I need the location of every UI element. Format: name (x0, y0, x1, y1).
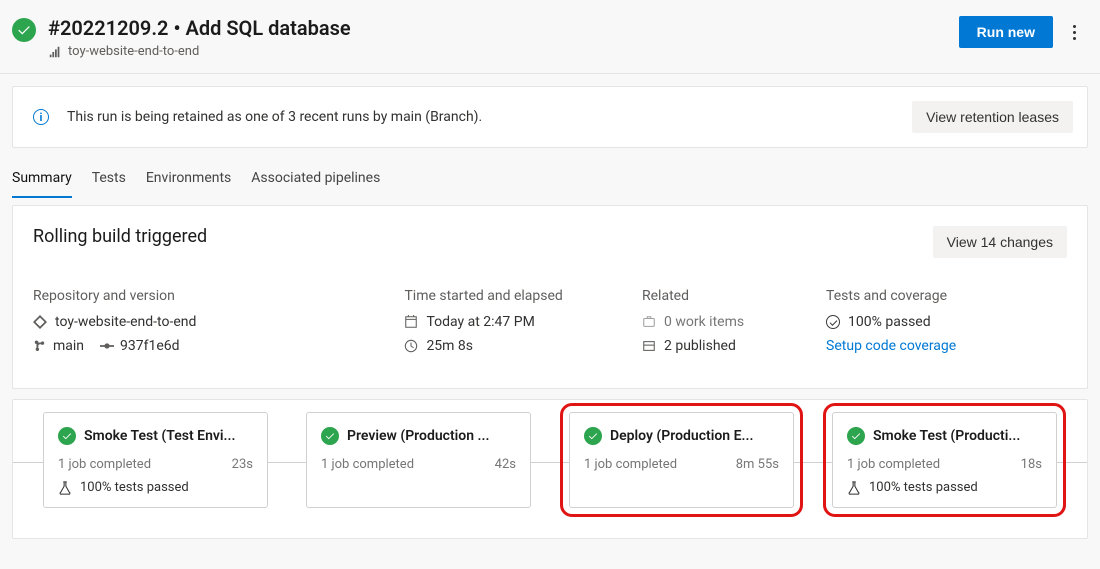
success-icon (12, 18, 36, 42)
summary-meta-grid: Repository and version toy-website-end-t… (33, 288, 1067, 362)
retention-banner-wrap: i This run is being retained as one of 3… (0, 74, 1100, 148)
work-items-link[interactable]: 0 work items (642, 314, 816, 330)
run-new-button[interactable]: Run new (959, 16, 1053, 48)
tab-associated-pipelines[interactable]: Associated pipelines (251, 170, 380, 198)
summary-card: Rolling build triggered View 14 changes … (12, 205, 1088, 389)
stage-duration: 42s (495, 457, 516, 472)
meta-tests: Tests and coverage 100% passed Setup cod… (826, 288, 1067, 362)
page-title: #20221209.2 • Add SQL database (48, 16, 351, 40)
meta-time-label: Time started and elapsed (404, 288, 632, 304)
meta-related-label: Related (642, 288, 816, 304)
tab-bar: Summary Tests Environments Associated pi… (0, 148, 1100, 199)
artifact-icon (642, 339, 656, 353)
success-icon (584, 427, 602, 445)
commit-hash: 937f1e6d (120, 338, 180, 354)
meta-repo: Repository and version toy-website-end-t… (33, 288, 394, 362)
commit-icon (100, 339, 114, 353)
calendar-icon (404, 315, 418, 329)
meta-repo-label: Repository and version (33, 288, 394, 304)
branch-icon (33, 339, 47, 353)
stage-title: Preview (Production ... (347, 428, 489, 444)
success-icon (847, 427, 865, 445)
stage-duration: 23s (232, 457, 253, 472)
check-icon (826, 315, 840, 329)
setup-coverage-link[interactable]: Setup code coverage (826, 338, 956, 354)
stage-duration: 8m 55s (736, 457, 779, 472)
stage-title: Smoke Test (Producti... (873, 428, 1020, 444)
more-menu-button[interactable] (1067, 19, 1082, 46)
stage-jobs: 1 job completed (847, 457, 940, 472)
header-right: Run new (959, 16, 1082, 48)
time-started: Today at 2:47 PM (404, 314, 632, 330)
stage-tests: 100% tests passed (58, 480, 253, 495)
view-retention-button[interactable]: View retention leases (912, 101, 1073, 133)
summary-heading: Rolling build triggered (33, 226, 207, 247)
stage-jobs: 1 job completed (58, 457, 151, 472)
meta-tests-label: Tests and coverage (826, 288, 1067, 304)
success-icon (58, 427, 76, 445)
page-header: #20221209.2 • Add SQL database toy-websi… (0, 0, 1100, 74)
published-link[interactable]: 2 published (642, 338, 816, 354)
retention-banner: i This run is being retained as one of 3… (12, 86, 1088, 148)
branch-link[interactable]: main (33, 338, 84, 354)
stage-tests: 100% tests passed (847, 480, 1042, 495)
commit-link[interactable]: 937f1e6d (100, 338, 180, 354)
info-icon: i (33, 109, 49, 125)
branch-name: main (53, 338, 84, 354)
stage-jobs: 1 job completed (321, 457, 414, 472)
repo-icon (33, 315, 47, 329)
stage-card[interactable]: Preview (Production ... 1 job completed 42… (306, 412, 531, 508)
meta-time: Time started and elapsed Today at 2:47 P… (404, 288, 632, 362)
tab-summary[interactable]: Summary (12, 170, 72, 198)
title-block: #20221209.2 • Add SQL database toy-websi… (48, 16, 351, 59)
pipeline-link[interactable]: toy-website-end-to-end (48, 44, 351, 59)
repo-link[interactable]: toy-website-end-to-end (33, 314, 394, 330)
repo-name: toy-website-end-to-end (55, 314, 196, 330)
pipeline-name: toy-website-end-to-end (68, 44, 199, 59)
header-left: #20221209.2 • Add SQL database toy-websi… (12, 16, 351, 59)
stage-duration: 18s (1021, 457, 1042, 472)
meta-related: Related 0 work items 2 published (642, 288, 816, 362)
retention-message: This run is being retained as one of 3 r… (67, 109, 482, 125)
stage-jobs: 1 job completed (584, 457, 677, 472)
tab-tests[interactable]: Tests (92, 170, 126, 198)
success-icon (321, 427, 339, 445)
clock-icon (404, 339, 418, 353)
stage-card[interactable]: Smoke Test (Producti... 1 job completed 18… (832, 412, 1057, 508)
tests-passed-link[interactable]: 100% passed (826, 314, 1067, 330)
flask-icon (58, 481, 72, 495)
view-changes-button[interactable]: View 14 changes (933, 226, 1067, 258)
pipeline-icon (48, 45, 62, 59)
stage-title: Deploy (Production E... (610, 428, 753, 444)
flask-icon (847, 481, 861, 495)
stages-panel: Smoke Test (Test Envi... 1 job completed 2… (12, 399, 1088, 539)
stage-title: Smoke Test (Test Envi... (84, 428, 235, 444)
stages-track: Smoke Test (Test Envi... 1 job completed 2… (43, 412, 1057, 508)
time-elapsed: 25m 8s (404, 338, 632, 354)
tab-environments[interactable]: Environments (146, 170, 231, 198)
stage-card[interactable]: Deploy (Production E... 1 job completed 8m… (569, 412, 794, 508)
stage-card[interactable]: Smoke Test (Test Envi... 1 job completed 2… (43, 412, 268, 508)
workitem-icon (642, 315, 656, 329)
